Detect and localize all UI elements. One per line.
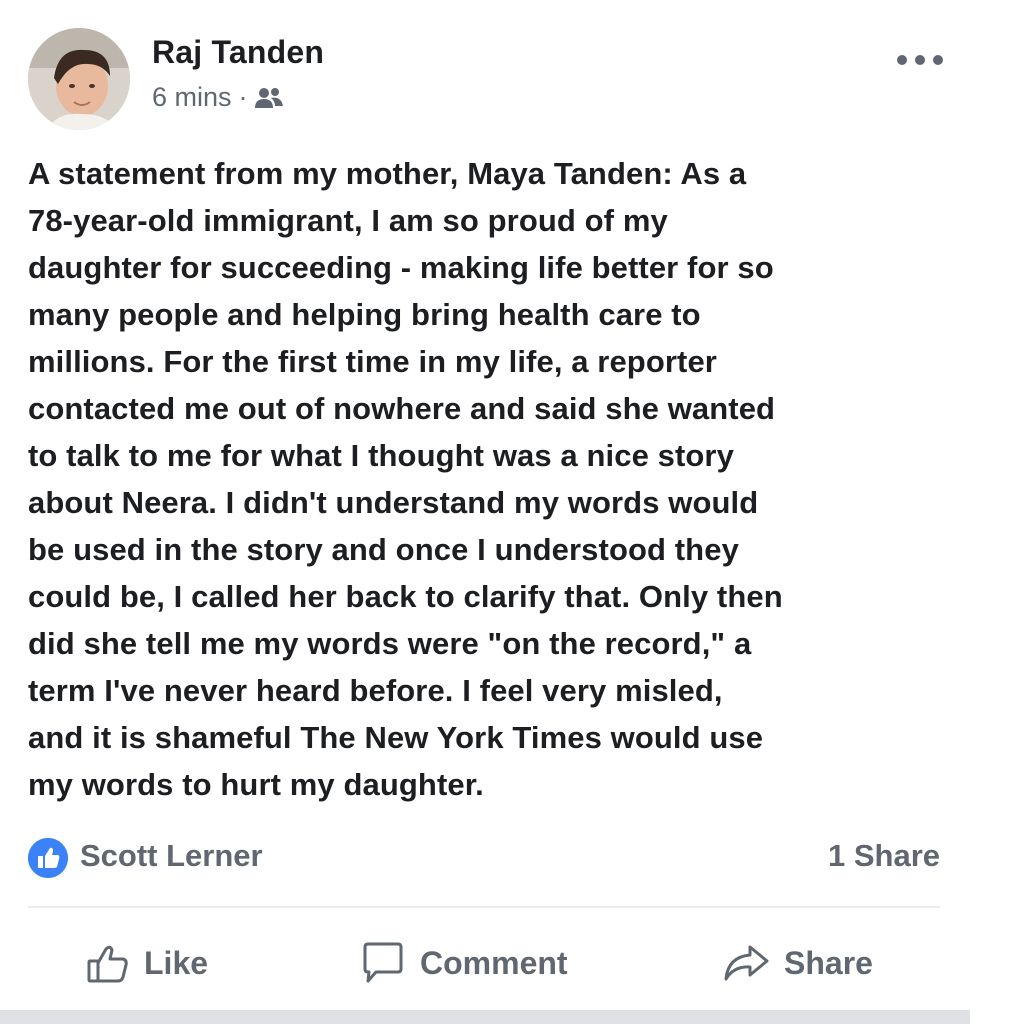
avatar-photo (28, 28, 130, 130)
friends-icon[interactable] (254, 86, 284, 110)
post-text: A statement from my mother, Maya Tanden:… (28, 150, 958, 808)
post-meta: 6 mins · (152, 82, 284, 113)
author-name[interactable]: Raj Tanden (152, 34, 324, 71)
share-count[interactable]: 1 Share (828, 838, 940, 874)
post-text-line: many people and helping bring health car… (28, 297, 701, 332)
post-text-line: about Neera. I didn't understand my word… (28, 485, 759, 520)
share-label: Share (784, 944, 873, 981)
post-text-line: 78-year-old immigrant, I am so proud of … (28, 203, 668, 238)
meta-separator: · (238, 82, 248, 112)
facebook-post: Raj Tanden 6 mins · A statement from my … (0, 0, 1018, 1024)
post-text-line: did she tell me my words were "on the re… (28, 626, 752, 661)
reactor-name[interactable]: Scott Lerner (80, 838, 263, 874)
like-button[interactable]: Like (86, 938, 208, 988)
post-text-line: and it is shameful The New York Times wo… (28, 720, 764, 755)
like-label: Like (144, 944, 209, 981)
post-text-line: A statement from my mother, Maya Tanden:… (28, 156, 747, 191)
like-reaction-icon[interactable] (28, 838, 68, 878)
post-text-line: could be, I called her back to clarify t… (28, 579, 783, 614)
more-options-icon[interactable] (894, 48, 946, 72)
share-button[interactable]: Share (722, 938, 873, 988)
comment-button[interactable]: Comment (360, 938, 568, 988)
comment-icon (363, 942, 403, 983)
divider (28, 906, 940, 908)
post-text-line: be used in the story and once I understo… (28, 532, 739, 567)
post-text-line: millions. For the first time in my life,… (28, 344, 717, 379)
reactions-row: Scott Lerner 1 Share (28, 836, 940, 880)
post-text-line: to talk to me for what I thought was a n… (28, 438, 734, 473)
post-text-line: term I've never heard before. I feel ver… (28, 673, 723, 708)
share-arrow-icon (724, 945, 769, 981)
avatar[interactable] (28, 28, 130, 130)
post-text-line: daughter for succeeding - making life be… (28, 250, 774, 285)
feed-separator (0, 1010, 970, 1024)
comment-label: Comment (420, 944, 568, 981)
post-text-line: my words to hurt my daughter. (28, 767, 484, 802)
post-timestamp[interactable]: 6 mins (152, 82, 232, 113)
post-text-line: contacted me out of nowhere and said she… (28, 391, 776, 426)
thumbs-up-icon (87, 945, 128, 983)
